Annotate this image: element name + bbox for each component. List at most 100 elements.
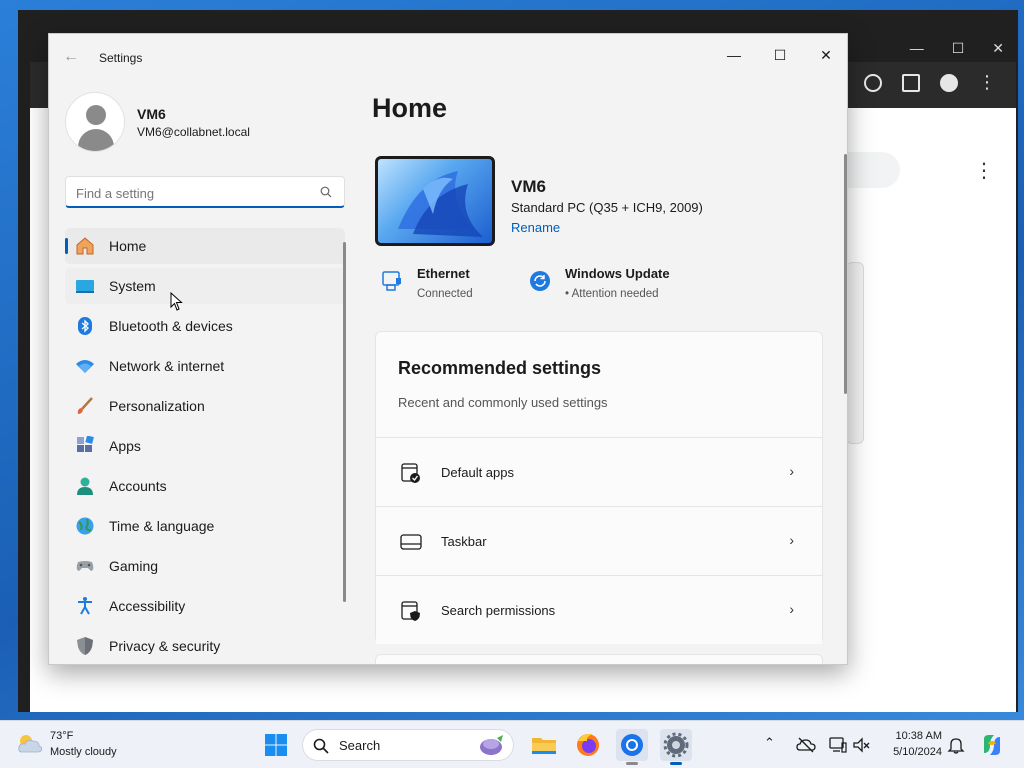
user-email: VM6@collabnet.local: [137, 125, 250, 139]
search-icon: [320, 186, 332, 198]
next-card-partial: [375, 654, 823, 664]
row-label: Search permissions: [441, 603, 556, 618]
sidebar-item-label: Bluetooth & devices: [109, 318, 233, 334]
sidebar-item-label: Accounts: [109, 478, 167, 494]
taskbar-row[interactable]: Taskbar ›: [376, 506, 822, 575]
search-highlight-icon: [480, 735, 503, 755]
default-apps-icon: [401, 463, 420, 483]
row-label: Default apps: [441, 465, 514, 480]
sidebar-item-label: Personalization: [109, 398, 205, 414]
row-label: Taskbar: [441, 534, 487, 549]
notification-bell-icon[interactable]: [946, 735, 966, 755]
sidebar-item-personalization[interactable]: Personalization: [65, 388, 345, 424]
user-name: VM6: [137, 106, 166, 122]
title-bar: ← Settings — ☐ ✕: [49, 34, 847, 82]
browser-menu-icon[interactable]: ⋮: [978, 73, 996, 92]
sidebar-item-accounts[interactable]: Accounts: [65, 468, 345, 504]
status-title: Windows Update: [565, 266, 670, 281]
gear-icon: [663, 732, 689, 758]
page-title: Home: [372, 93, 448, 123]
sidebar-item-network[interactable]: Network & internet: [65, 348, 345, 384]
chevron-right-icon: ›: [789, 601, 794, 617]
browser-side-card: [846, 262, 864, 444]
wifi-icon: [76, 360, 94, 373]
sidebar-item-system[interactable]: System: [65, 268, 345, 304]
back-arrow-icon[interactable]: ←: [61, 48, 81, 68]
settings-window: ← Settings — ☐ ✕ VM6 VM6@collabnet.local…: [48, 33, 848, 665]
default-apps-row[interactable]: Default apps ›: [376, 437, 822, 506]
file-explorer-button[interactable]: [528, 729, 560, 761]
folder-icon: [532, 738, 556, 754]
taskbar-search-box[interactable]: Search: [302, 729, 514, 761]
close-icon[interactable]: ✕: [992, 40, 1004, 57]
clock-time[interactable]: 10:38 AM: [878, 730, 942, 742]
taskbar-icon: [400, 534, 422, 550]
update-icon: [530, 271, 550, 291]
taskbar-search-label: Search: [339, 738, 381, 753]
weather-condition: Mostly cloudy: [50, 746, 117, 758]
maximize-icon[interactable]: ☐: [952, 40, 965, 57]
windows-update-status[interactable]: Windows Update • Attention needed: [529, 266, 699, 306]
rename-link[interactable]: Rename: [511, 220, 560, 235]
shield-icon: [77, 637, 93, 655]
sidebar-item-bluetooth[interactable]: Bluetooth & devices: [65, 308, 345, 344]
taskbar: 73°F Mostly cloudy Search ⌃ 10:38 AM 5/1…: [0, 720, 1024, 768]
sidebar-item-label: Home: [109, 238, 147, 254]
profile-icon[interactable]: [940, 74, 958, 92]
clock-date[interactable]: 5/10/2024: [878, 746, 942, 758]
accounts-icon: [77, 477, 93, 495]
ethernet-status[interactable]: Ethernet Connected: [381, 266, 521, 306]
search-permissions-icon: [401, 601, 420, 621]
minimize-icon[interactable]: —: [910, 40, 924, 57]
bluetooth-icon: [78, 317, 92, 335]
copilot-icon[interactable]: [980, 733, 1004, 757]
status-title: Ethernet: [417, 266, 470, 281]
start-button[interactable]: [260, 729, 292, 761]
close-button[interactable]: ✕: [803, 40, 847, 70]
firefox-icon: [577, 733, 599, 756]
system-icon: [76, 280, 94, 293]
network-icon[interactable]: [828, 735, 848, 755]
cloudy-weather-icon: [18, 735, 43, 753]
ethernet-icon: [382, 271, 401, 291]
chevron-right-icon: ›: [789, 463, 794, 479]
sidebar-item-label: Gaming: [109, 558, 159, 574]
status-subtitle: Connected: [417, 288, 473, 300]
recommended-settings-card: Recommended settings Recent and commonly…: [375, 331, 823, 644]
search-permissions-row[interactable]: Search permissions ›: [376, 575, 822, 644]
card-subtitle: Recent and commonly used settings: [398, 395, 608, 410]
search-box[interactable]: [65, 176, 345, 208]
active-indicator: [670, 762, 682, 765]
sidebar-item-label: Accessibility: [109, 598, 186, 614]
chevron-up-icon[interactable]: ⌃: [764, 735, 784, 755]
page-menu-icon[interactable]: ⋮: [974, 158, 994, 183]
accessibility-icon: [78, 597, 92, 615]
firefox-button[interactable]: [572, 729, 604, 761]
volume-muted-icon[interactable]: [852, 735, 872, 755]
chrome-icon: [621, 734, 643, 756]
avatar[interactable]: [65, 92, 125, 152]
gamepad-icon: [76, 561, 94, 571]
sidebar-item-gaming[interactable]: Gaming: [65, 548, 345, 584]
sidebar-item-privacy[interactable]: Privacy & security: [65, 628, 345, 664]
windows-bloom-image: [398, 171, 483, 237]
sidebar-item-label: Apps: [109, 438, 141, 454]
search-icon: [313, 738, 329, 754]
sidebar-item-label: Privacy & security: [109, 638, 221, 654]
onedrive-offline-icon[interactable]: [796, 735, 816, 755]
main-scrollbar[interactable]: [844, 154, 847, 394]
chrome-button[interactable]: [616, 729, 648, 765]
sidebar-item-time-language[interactable]: Time & language: [65, 508, 345, 544]
sidebar-item-apps[interactable]: Apps: [65, 428, 345, 464]
sidebar-scrollbar[interactable]: [343, 242, 346, 602]
sidebar-item-accessibility[interactable]: Accessibility: [65, 588, 345, 624]
minimize-button[interactable]: —: [711, 40, 757, 70]
sidebar-icon[interactable]: [902, 74, 920, 92]
device-model: Standard PC (Q35 + ICH9, 2009): [511, 200, 703, 215]
sidebar-item-home[interactable]: Home: [65, 228, 345, 264]
settings-taskbar-button[interactable]: [660, 729, 692, 765]
brush-icon: [77, 397, 93, 414]
extension-icon[interactable]: [864, 74, 882, 92]
maximize-button[interactable]: ☐: [757, 40, 803, 70]
search-input[interactable]: [76, 183, 306, 203]
